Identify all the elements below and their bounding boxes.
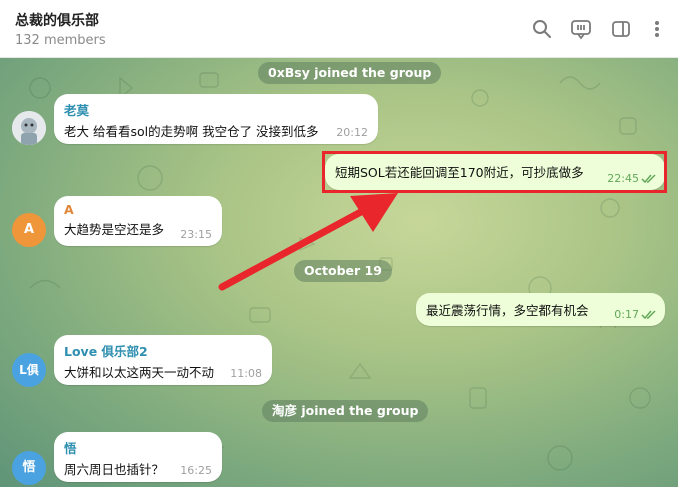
message-bubble[interactable]: 老莫 老大 给看看sol的走势啊 我空仓了 没接到低多 20:12 — [54, 94, 378, 144]
outgoing-message-bubble[interactable]: 最近震荡行情，多空都有机会 0:17 — [416, 293, 665, 326]
message-time: 22:45 — [607, 172, 639, 185]
message-text: 短期SOL若还能回调至170附近，可抄底做多 — [335, 165, 584, 180]
more-vertical-icon[interactable] — [646, 18, 668, 40]
sidebar-toggle-icon[interactable] — [610, 18, 632, 40]
message-bubble[interactable]: 悟 周六周日也插针？ 16:25 — [54, 432, 222, 482]
sender-name[interactable]: 老莫 — [64, 100, 368, 119]
member-count: 132 members — [15, 33, 106, 48]
chat-header: 总裁的俱乐部 132 members — [0, 0, 678, 58]
message-time: 20:12 — [336, 126, 368, 139]
message-text: 大趋势是空还是多 — [64, 222, 165, 237]
chat-topics-icon[interactable] — [570, 18, 592, 40]
sender-name[interactable]: A — [64, 202, 212, 217]
message-text: 最近震荡行情，多空都有机会 — [426, 303, 589, 318]
avatar[interactable]: A — [12, 213, 46, 247]
service-message-joined: 淘彦 joined the group — [262, 400, 429, 422]
group-title[interactable]: 总裁的俱乐部 — [15, 10, 99, 30]
sender-name[interactable]: 悟 — [64, 438, 212, 457]
message-bubble[interactable]: A 大趋势是空还是多 23:15 — [54, 196, 222, 246]
message-time: 11:08 — [230, 367, 262, 380]
double-check-icon — [641, 174, 656, 184]
avatar[interactable]: 悟 — [12, 451, 46, 485]
search-icon[interactable] — [531, 18, 553, 40]
sender-name[interactable]: Love 俱乐部2 — [64, 341, 262, 360]
message-time: 0:17 — [614, 308, 639, 321]
message-time: 23:15 — [180, 228, 212, 241]
message-bubble[interactable]: Love 俱乐部2 大饼和以太这两天一动不动 11:08 — [54, 335, 272, 385]
message-text: 大饼和以太这两天一动不动 — [64, 365, 215, 380]
cartoon-avatar-icon — [12, 111, 46, 145]
outgoing-message-bubble[interactable]: 短期SOL若还能回调至170附近，可抄底做多 22:45 — [325, 154, 665, 190]
service-message-joined: 0xBsy joined the group — [258, 62, 442, 84]
date-separator: October 19 — [294, 260, 392, 282]
message-time: 16:25 — [180, 464, 212, 477]
avatar[interactable] — [12, 111, 46, 145]
double-check-icon — [641, 310, 656, 320]
message-text: 周六周日也插针？ — [64, 462, 165, 477]
message-text: 老大 给看看sol的走势啊 我空仓了 没接到低多 — [64, 124, 319, 139]
avatar[interactable]: L俱 — [12, 353, 46, 387]
